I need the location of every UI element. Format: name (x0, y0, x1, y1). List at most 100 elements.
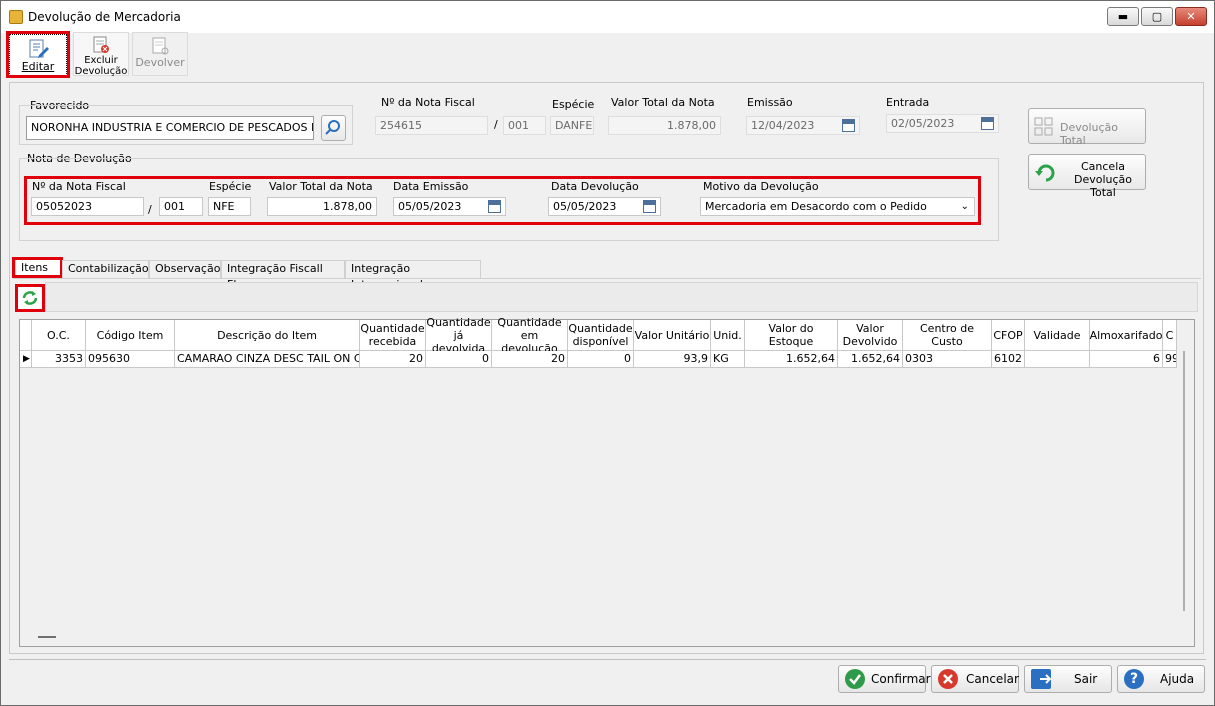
calendar-icon[interactable] (981, 117, 994, 130)
tab-itens-highlight (12, 257, 63, 278)
cell-qtd-devolvida[interactable]: 0 (426, 351, 492, 368)
return-button[interactable]: Devolver (132, 32, 188, 76)
col-header-descricao[interactable]: Descrição do Item (175, 320, 360, 351)
col-header-c[interactable]: C (1163, 320, 1177, 351)
col-header-oc[interactable]: O.C. (32, 320, 86, 351)
close-icon: ✕ (1186, 10, 1196, 23)
col-header-cfop[interactable]: CFOP (992, 320, 1025, 351)
devolucao-total-button[interactable]: Devolução Total (1028, 108, 1146, 147)
calendar-icon[interactable] (488, 200, 501, 213)
emissao-value: 12/04/2023 (751, 119, 815, 132)
title-bar: Devolução de Mercadoria ▬ ▢ ✕ (1, 1, 1214, 33)
emissao-field[interactable]: 12/04/2023 (746, 116, 860, 135)
cell-cfop[interactable]: 6102 (992, 351, 1025, 368)
col-header-validade[interactable]: Validade (1025, 320, 1090, 351)
tab-divider (13, 278, 1201, 279)
cell-unid[interactable]: KG (711, 351, 745, 368)
delete-return-button[interactable]: Excluir Devolução (73, 32, 129, 77)
cell-codigo[interactable]: 095630 (86, 351, 175, 368)
search-supplier-button[interactable] (321, 115, 346, 141)
rn-valor-field[interactable]: 1.878,00 (267, 197, 377, 216)
cell-qtd-devolucao[interactable]: 20 (492, 351, 568, 368)
tab-contabilizacao[interactable]: Contabilização (62, 260, 149, 278)
maximize-button[interactable]: ▢ (1141, 7, 1173, 26)
tab-observacao[interactable]: Observação (149, 260, 221, 278)
rn-valor-label: Valor Total da Nota (269, 180, 373, 193)
col-header-codigo[interactable]: Código Item (86, 320, 175, 351)
col-header-valor-unitario[interactable]: Valor Unitário (634, 320, 711, 351)
window-title: Devolução de Mercadoria (28, 10, 181, 24)
row-pointer-icon: ▶ (23, 354, 30, 364)
rn-motivo-label: Motivo da Devolução (703, 180, 819, 193)
horizontal-scrollbar[interactable] (38, 636, 56, 638)
col-header-valor-devolvido[interactable]: Valor Devolvido (838, 320, 903, 351)
refresh-button[interactable] (15, 284, 45, 312)
rn-especie-label: Espécie (209, 180, 252, 193)
cancela-label-1: Cancela (1080, 160, 1125, 173)
cell-descricao[interactable]: CAMARAO CINZA DESC TAIL ON CONG (175, 351, 360, 368)
cell-valor-estoque[interactable]: 1.652,64 (745, 351, 838, 368)
especie-field[interactable]: DANFE (550, 116, 594, 135)
col-header-unid[interactable]: Unid. (711, 320, 745, 351)
rn-devolucao-label: Data Devolução (551, 180, 639, 193)
cell-c[interactable]: 99 (1163, 351, 1177, 368)
col-header-qtd-recebida[interactable]: Quantidade recebida (360, 320, 426, 351)
calendar-icon[interactable] (643, 200, 656, 213)
cell-qtd-recebida[interactable]: 20 (360, 351, 426, 368)
cancel-icon (938, 669, 958, 689)
return-document-icon (152, 37, 169, 55)
calendar-icon[interactable] (842, 119, 855, 132)
grid-icon (1034, 117, 1053, 136)
tab-integracao-internacional[interactable]: Integração Internacional (345, 260, 481, 291)
tab-integracao-fiscall-flex[interactable]: Integração Fiscall Flex (221, 260, 345, 291)
edit-highlight (6, 31, 70, 78)
row-indicator[interactable]: ▶ (20, 351, 32, 368)
items-grid: O.C. Código Item Descrição do Item Quant… (19, 316, 1195, 647)
valor-total-field[interactable]: 1.878,00 (608, 116, 721, 135)
main-window: Devolução de Mercadoria ▬ ▢ ✕ Editar Exc… (0, 0, 1215, 706)
rn-number-field[interactable]: 05052023 (31, 197, 144, 216)
cancela-devolucao-total-button[interactable]: Cancela Devolução Total (1028, 154, 1146, 199)
col-header-valor-estoque[interactable]: Valor do Estoque (745, 320, 838, 351)
rn-serie-field[interactable]: 001 (159, 197, 203, 216)
cell-oc[interactable]: 3353 (32, 351, 86, 368)
cancel-button[interactable]: Cancelar (931, 665, 1019, 693)
cell-centro-custo[interactable]: 0303 (903, 351, 992, 368)
col-header-almoxarifado[interactable]: Almoxarifado (1090, 320, 1163, 351)
search-icon (325, 120, 340, 135)
rn-motivo-value: Mercadoria em Desacordo com o Pedido (705, 200, 927, 213)
cell-valor-devolvido[interactable]: 1.652,64 (838, 351, 903, 368)
minimize-button[interactable]: ▬ (1107, 7, 1139, 26)
cell-almoxarifado[interactable]: 6 (1090, 351, 1163, 368)
maximize-icon: ▢ (1151, 10, 1163, 23)
rn-emissao-value: 05/05/2023 (398, 200, 462, 213)
rn-motivo-select[interactable]: Mercadoria em Desacordo com o Pedido ⌄ (700, 197, 975, 216)
rn-especie-field[interactable]: NFE (208, 197, 251, 216)
col-header-qtd-devolvida[interactable]: Quantidade já devolvida (426, 316, 492, 355)
nf-separator: / (494, 118, 498, 131)
delete-document-icon (93, 36, 109, 53)
cell-valor-unitario[interactable]: 93,9 (634, 351, 711, 368)
rn-emissao-label: Data Emissão (393, 180, 469, 193)
cell-validade[interactable] (1025, 351, 1090, 368)
entrada-field[interactable]: 02/05/2023 (886, 114, 999, 133)
items-toolbar (45, 282, 1198, 312)
col-header-centro-custo[interactable]: Centro de Custo (903, 320, 992, 351)
help-button[interactable]: ? Ajuda (1117, 665, 1205, 693)
valor-total-label: Valor Total da Nota (611, 96, 715, 109)
cell-qtd-disponivel[interactable]: 0 (568, 351, 634, 368)
col-header-qtd-devolucao[interactable]: Quantidade em devolução (492, 316, 568, 355)
delete-return-label-2: Devolução (74, 66, 128, 77)
favorecido-field[interactable]: NORONHA INDUSTRIA E COMERCIO DE PESCADOS… (26, 116, 314, 140)
cancel-label: Cancelar (966, 672, 1019, 686)
confirm-button[interactable]: Confirmar (838, 665, 931, 693)
col-header-qtd-disponivel[interactable]: Quantidade disponível (568, 320, 634, 351)
nf-number-field[interactable]: 254615 (375, 116, 488, 135)
rn-emissao-field[interactable]: 05/05/2023 (393, 197, 506, 216)
vertical-scrollbar[interactable] (1183, 351, 1185, 611)
exit-button[interactable]: Sair (1024, 665, 1112, 693)
rn-devolucao-field[interactable]: 05/05/2023 (548, 197, 661, 216)
close-button[interactable]: ✕ (1175, 7, 1207, 26)
delete-return-label-1: Excluir (84, 55, 118, 66)
nf-serie-field[interactable]: 001 (503, 116, 546, 135)
